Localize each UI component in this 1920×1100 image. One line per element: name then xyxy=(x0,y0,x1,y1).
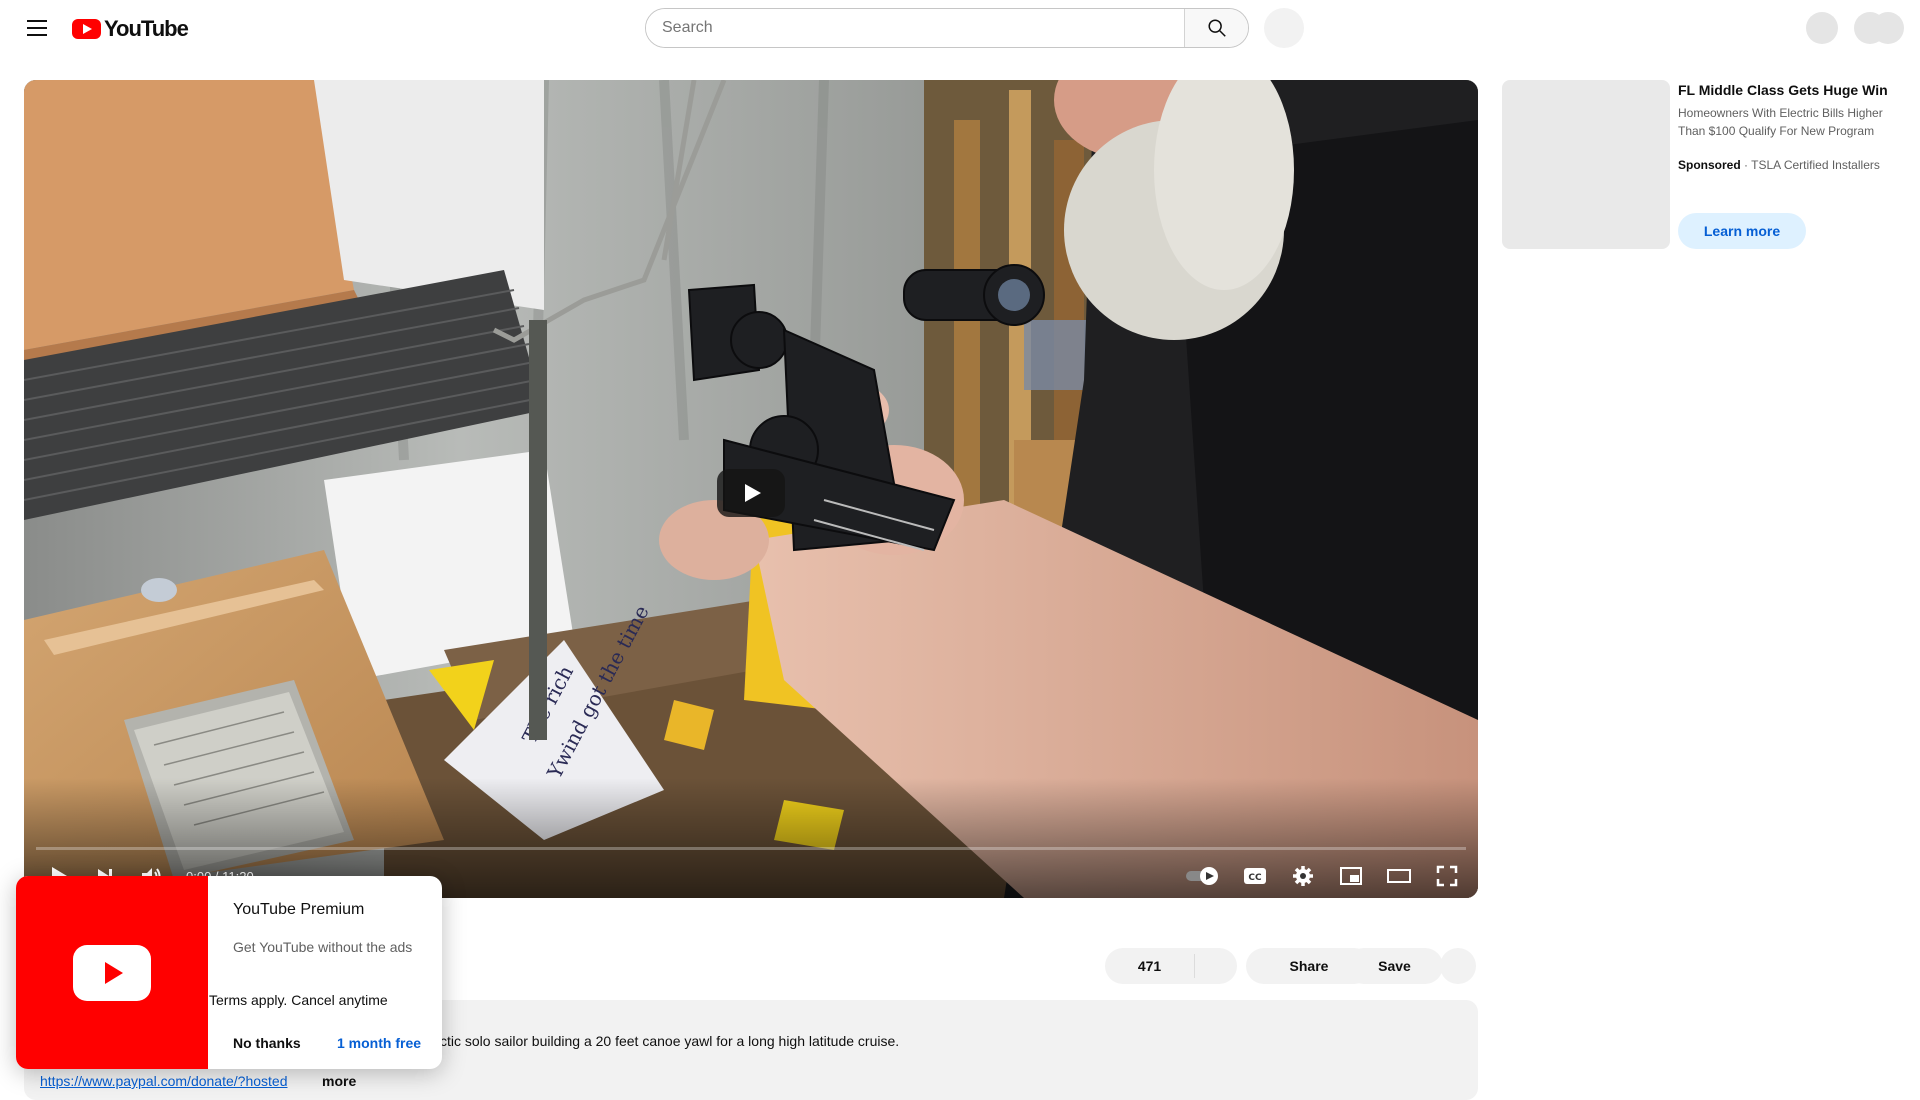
voice-search-button[interactable] xyxy=(1264,8,1304,48)
youtube-logo[interactable]: YouTube xyxy=(72,16,189,42)
theater-mode-button[interactable] xyxy=(1384,861,1414,891)
save-button[interactable]: Save xyxy=(1346,948,1443,984)
logo-text: YouTube xyxy=(104,16,189,41)
captions-icon: CC xyxy=(1244,868,1266,884)
premium-art xyxy=(16,876,208,1069)
youtube-play-logo-icon xyxy=(72,19,101,39)
premium-promo-dialog: YouTube Premium Get YouTube without the … xyxy=(16,876,442,1069)
theater-icon xyxy=(1387,869,1411,883)
center-play-button[interactable] xyxy=(717,469,785,517)
premium-terms: Terms apply. Cancel anytime xyxy=(209,992,388,1008)
account-avatar[interactable] xyxy=(1872,12,1904,44)
share-label: Share xyxy=(1289,958,1329,974)
search-button[interactable] xyxy=(1184,9,1248,47)
ad-title[interactable]: FL Middle Class Gets Huge Win xyxy=(1678,82,1888,98)
save-label: Save xyxy=(1378,958,1411,974)
menu-icon[interactable] xyxy=(22,13,52,43)
svg-text:CC: CC xyxy=(1248,873,1262,883)
settings-button[interactable] xyxy=(1288,861,1318,891)
ad-sponsor-line: Sponsored · TSLA Certified Installers xyxy=(1678,158,1880,172)
create-button[interactable] xyxy=(1806,12,1838,44)
miniplayer-button[interactable] xyxy=(1336,861,1366,891)
miniplayer-icon xyxy=(1340,867,1362,885)
search-icon xyxy=(1207,19,1226,37)
description-text: ctic solo sailor building a 20 feet cano… xyxy=(440,1033,900,1049)
progress-bar[interactable] xyxy=(36,847,1466,850)
premium-title: YouTube Premium xyxy=(233,901,365,918)
ad-body: Homeowners With Electric Bills Higher Th… xyxy=(1678,106,1883,138)
fullscreen-icon xyxy=(1436,865,1458,887)
fullscreen-button[interactable] xyxy=(1432,861,1462,891)
like-dislike-group: 471 xyxy=(1105,948,1237,984)
settings-icon xyxy=(1293,866,1313,886)
ad-thumbnail[interactable] xyxy=(1502,80,1670,249)
premium-subtitle: Get YouTube without the ads xyxy=(233,939,413,955)
autoplay-toggle-icon xyxy=(1186,867,1218,885)
search-bar xyxy=(645,8,1249,48)
video-player[interactable]: The rich Ywind got the time CC xyxy=(24,80,1478,898)
no-thanks-button[interactable]: No thanks xyxy=(233,1035,301,1051)
free-trial-button[interactable]: 1 month free xyxy=(337,1035,421,1051)
sponsored-label: Sponsored xyxy=(1678,158,1741,172)
autoplay-toggle[interactable] xyxy=(1184,861,1222,891)
youtube-play-logo-icon xyxy=(73,944,151,1001)
ad-advertiser: TSLA Certified Installers xyxy=(1751,158,1880,172)
description-more-button[interactable]: more xyxy=(322,1073,356,1089)
controls-right: CC xyxy=(1184,860,1462,892)
captions-button[interactable]: CC xyxy=(1240,861,1270,891)
dislike-button[interactable] xyxy=(1195,948,1237,984)
more-actions-button[interactable] xyxy=(1440,948,1476,984)
learn-more-button[interactable]: Learn more xyxy=(1678,213,1806,249)
donate-link[interactable]: https://www.paypal.com/donate/?hosted xyxy=(40,1073,287,1089)
search-input[interactable] xyxy=(646,9,1184,47)
like-count[interactable]: 471 xyxy=(1105,954,1195,978)
